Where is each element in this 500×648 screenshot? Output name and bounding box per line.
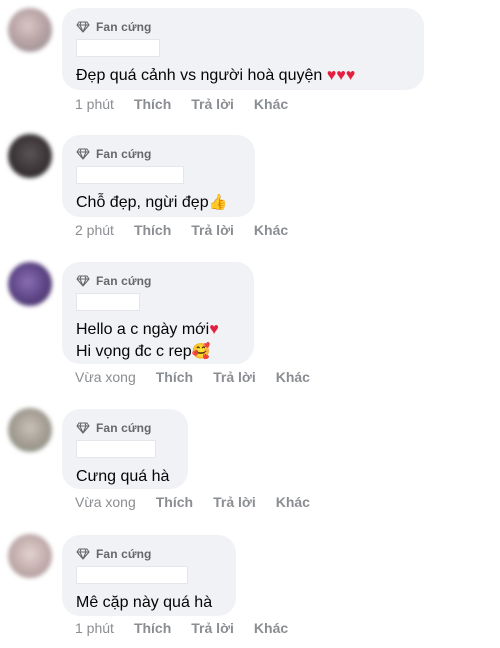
top-fan-badge: Fan cứng xyxy=(76,272,240,290)
comment-line: Hello a c ngày mới xyxy=(76,321,210,338)
comment-line: Hi vọng đc c rep xyxy=(76,343,192,360)
comment-text: Đẹp quá cảnh vs người hoà quyện ♥♥♥ xyxy=(76,65,410,87)
diamond-icon xyxy=(76,548,90,560)
comment-text: Cưng quá hà xyxy=(76,466,174,488)
comment-bubble: Fan cứng Cưng quá hà xyxy=(62,409,188,489)
comment-line: Chỗ đẹp, ngừi đẹp xyxy=(76,194,209,211)
badge-label: Fan cứng xyxy=(96,421,152,435)
more-button[interactable]: Khác xyxy=(254,222,288,238)
comment-actions: 2 phút Thích Trả lời Khác xyxy=(75,222,308,238)
diamond-icon xyxy=(76,422,90,434)
heart-emoji: ♥♥♥ xyxy=(326,67,356,84)
badge-label: Fan cứng xyxy=(96,547,152,561)
comment-line: Đẹp quá cảnh vs người hoà quyện xyxy=(76,67,323,84)
like-button[interactable]: Thích xyxy=(156,494,193,510)
diamond-icon xyxy=(76,21,90,33)
commenter-name[interactable] xyxy=(76,293,140,311)
comment-actions: Vừa xong Thích Trả lời Khác xyxy=(75,369,330,385)
comment-text: Hello a c ngày mới♥ Hi vọng đc c rep🥰 xyxy=(76,319,240,363)
timestamp[interactable]: Vừa xong xyxy=(75,494,136,510)
reply-button[interactable]: Trả lời xyxy=(191,222,234,238)
avatar[interactable] xyxy=(8,262,52,306)
more-button[interactable]: Khác xyxy=(254,96,288,112)
comment-line: Mê cặp này quá hà xyxy=(76,594,213,611)
avatar[interactable] xyxy=(8,8,52,52)
like-button[interactable]: Thích xyxy=(134,222,171,238)
badge-label: Fan cứng xyxy=(96,20,152,34)
avatar[interactable] xyxy=(8,134,52,178)
comment-actions: Vừa xong Thích Trả lời Khác xyxy=(75,494,330,510)
commenter-name[interactable] xyxy=(76,566,188,584)
top-fan-badge: Fan cứng xyxy=(76,545,222,563)
commenter-name[interactable] xyxy=(76,440,156,458)
comment-line: Cưng quá hà xyxy=(76,468,170,485)
comment-bubble: Fan cứng Chỗ đẹp, ngừi đẹp👍 xyxy=(62,135,255,217)
like-button[interactable]: Thích xyxy=(134,620,171,636)
badge-label: Fan cứng xyxy=(96,274,152,288)
thumbs-up-emoji: 👍 xyxy=(208,194,228,211)
comment-actions: 1 phút Thích Trả lời Khác xyxy=(75,620,308,636)
timestamp[interactable]: 1 phút xyxy=(75,620,114,636)
reply-button[interactable]: Trả lời xyxy=(191,96,234,112)
reply-button[interactable]: Trả lời xyxy=(191,620,234,636)
comment-text: Chỗ đẹp, ngừi đẹp👍 xyxy=(76,192,241,214)
diamond-icon xyxy=(76,148,90,160)
timestamp[interactable]: Vừa xong xyxy=(75,369,136,385)
more-button[interactable]: Khác xyxy=(276,494,310,510)
heart-emoji: ♥ xyxy=(209,321,219,338)
reply-button[interactable]: Trả lời xyxy=(213,369,256,385)
comment-bubble: Fan cứng Hello a c ngày mới♥ Hi vọng đc … xyxy=(62,262,254,364)
reply-button[interactable]: Trả lời xyxy=(213,494,256,510)
commenter-name[interactable] xyxy=(76,166,184,184)
badge-label: Fan cứng xyxy=(96,147,152,161)
timestamp[interactable]: 2 phút xyxy=(75,222,114,238)
avatar[interactable] xyxy=(8,408,52,452)
avatar[interactable] xyxy=(8,534,52,578)
top-fan-badge: Fan cứng xyxy=(76,145,241,163)
more-button[interactable]: Khác xyxy=(254,620,288,636)
top-fan-badge: Fan cứng xyxy=(76,18,410,36)
comment-bubble: Fan cứng Mê cặp này quá hà xyxy=(62,535,236,616)
diamond-icon xyxy=(76,275,90,287)
more-button[interactable]: Khác xyxy=(276,369,310,385)
like-button[interactable]: Thích xyxy=(134,96,171,112)
like-button[interactable]: Thích xyxy=(156,369,193,385)
comment-actions: 1 phút Thích Trả lời Khác xyxy=(75,96,308,112)
commenter-name[interactable] xyxy=(76,39,160,57)
comment-bubble: Fan cứng Đẹp quá cảnh vs người hoà quyện… xyxy=(62,8,424,90)
comment-text: Mê cặp này quá hà xyxy=(76,592,222,614)
timestamp[interactable]: 1 phút xyxy=(75,96,114,112)
top-fan-badge: Fan cứng xyxy=(76,419,174,437)
smiling-hearts-emoji: 🥰 xyxy=(191,343,211,360)
